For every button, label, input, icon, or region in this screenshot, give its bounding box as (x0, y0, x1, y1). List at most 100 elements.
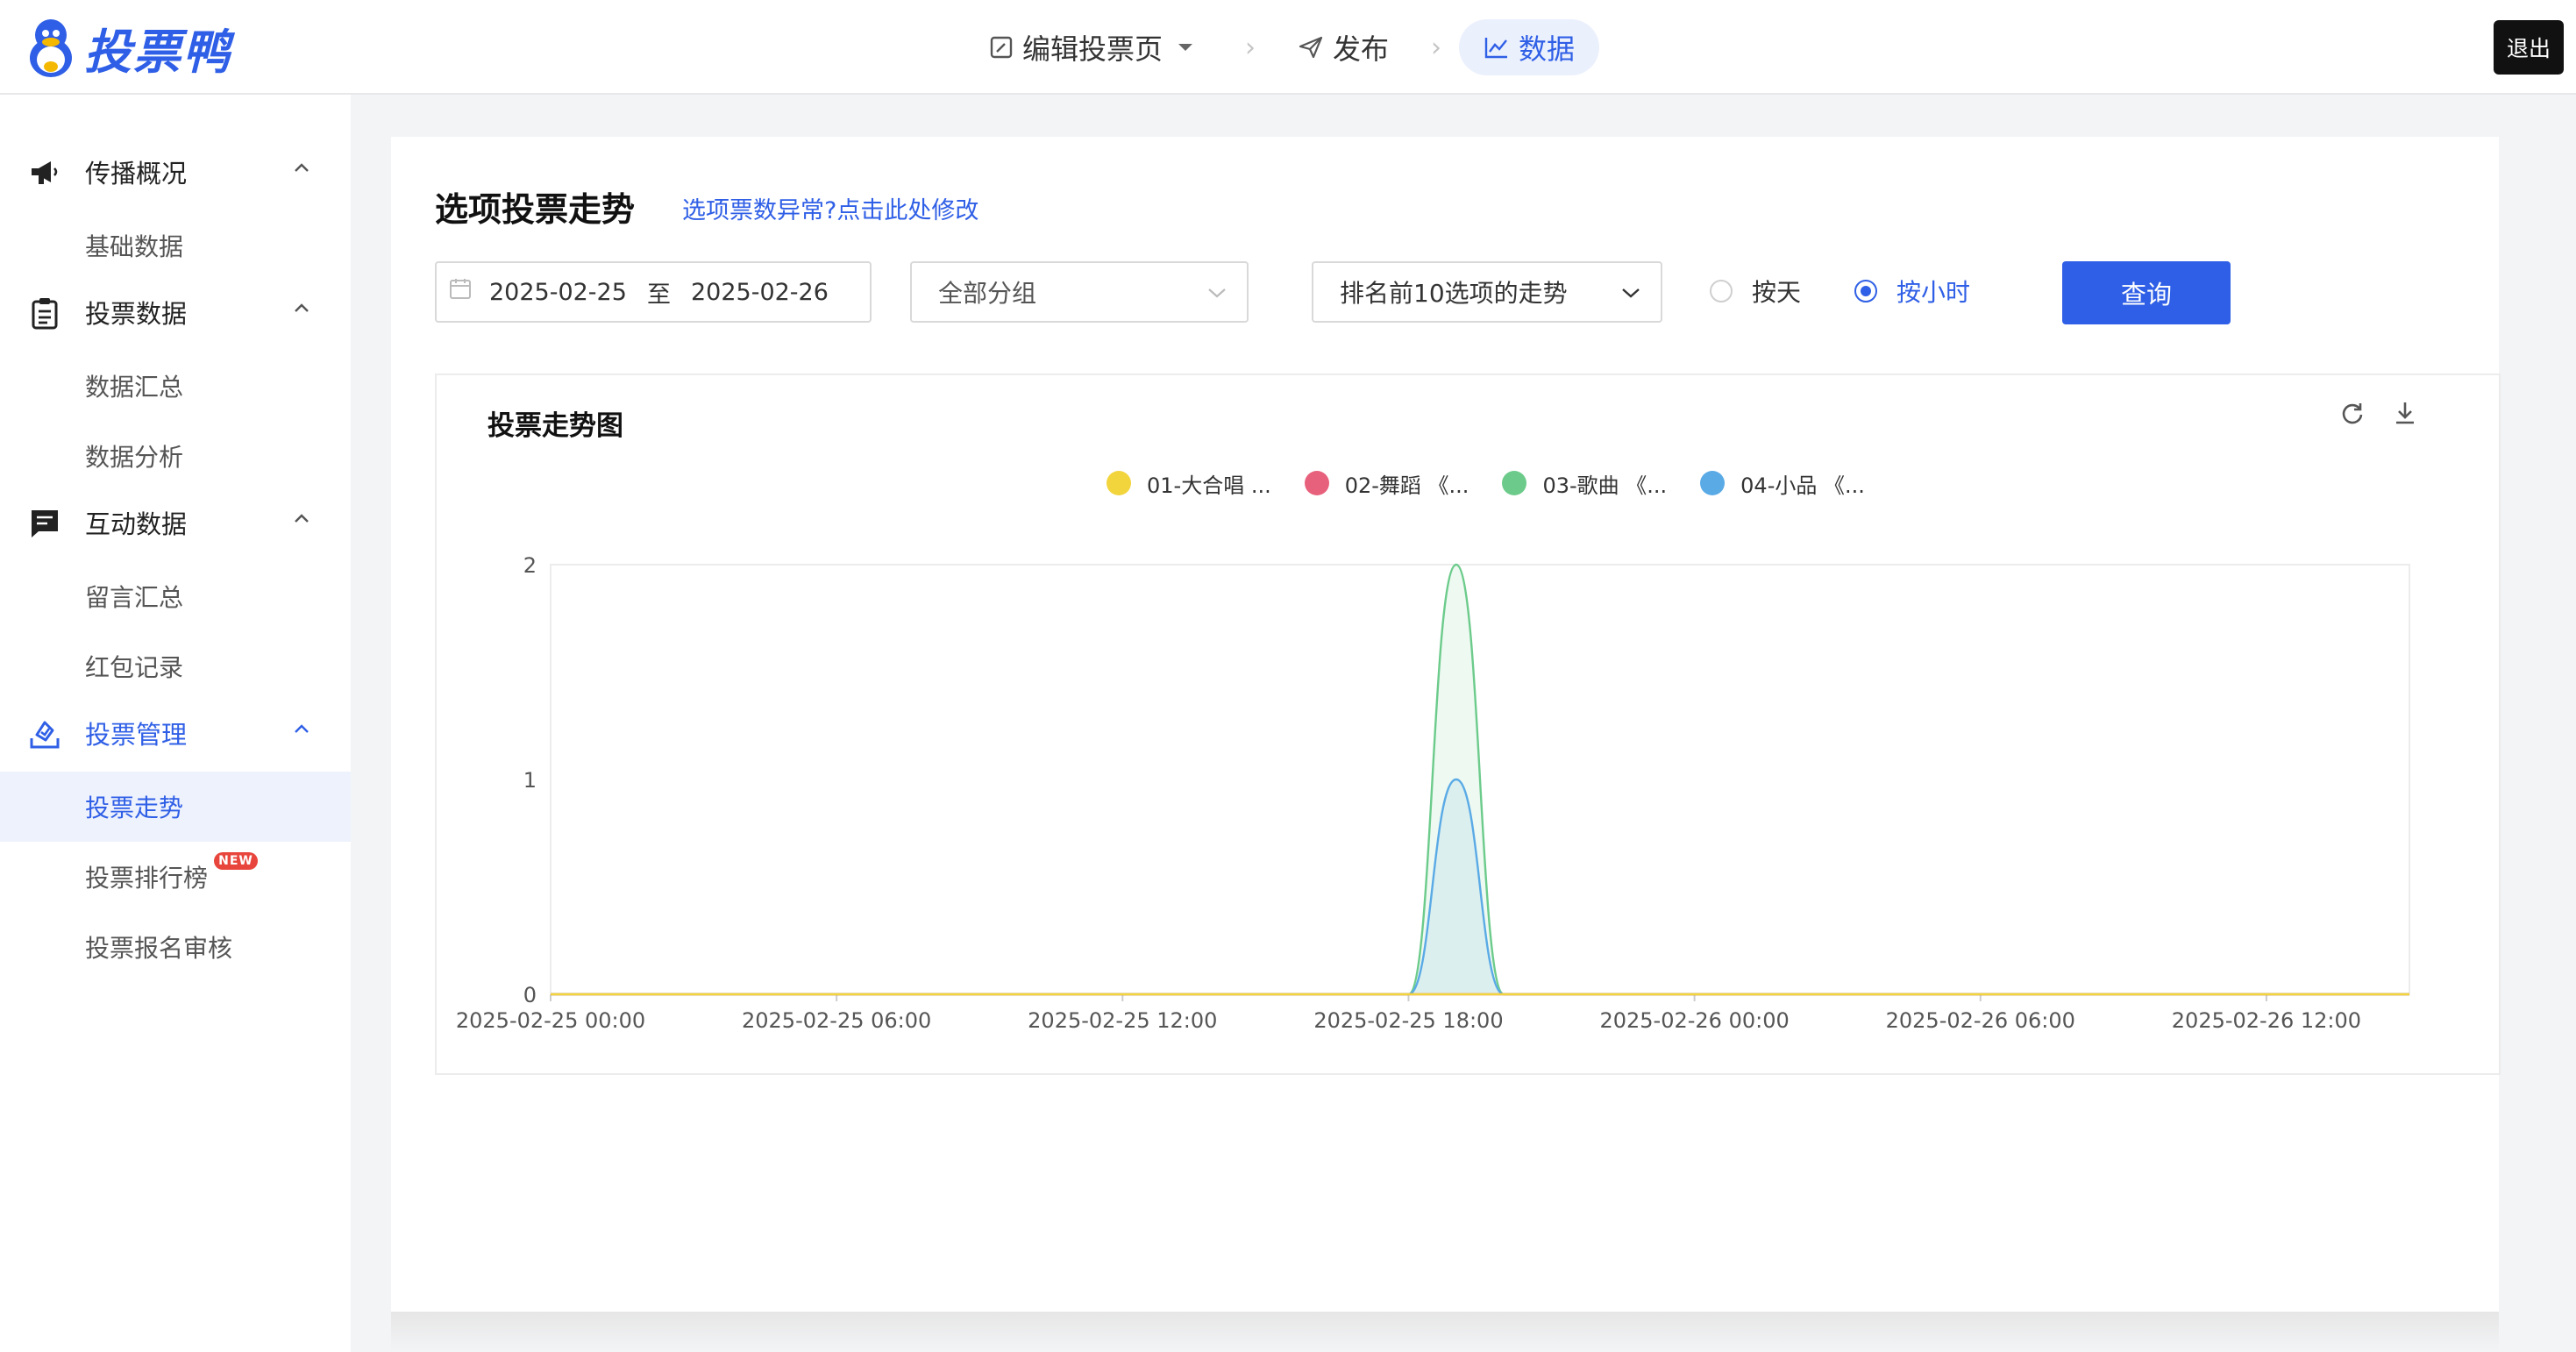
x-tick-label: 2025-02-26 12:00 (2172, 1008, 2361, 1033)
radio-by-day[interactable]: 按天 (1710, 275, 1801, 307)
top-header: 投票鸭 编辑投票页 › 发布 › 数据 退出 (0, 0, 2576, 95)
y-tick-label: 1 (523, 768, 537, 793)
legend-label: 01-大合唱 ... (1147, 473, 1271, 498)
chevron-up-icon (295, 514, 309, 523)
x-tick-label: 2025-02-25 06:00 (742, 1008, 931, 1033)
legend-label: 02-舞蹈 《... (1344, 473, 1469, 498)
bottom-shadow (391, 1312, 2499, 1352)
send-icon (1299, 36, 1323, 59)
sidebar: 传播概况 基础数据 投票数据 数据汇总 数据分析 互动数据 留言汇总 红包记录 (0, 95, 351, 1352)
ballot-icon (30, 721, 60, 749)
radio-circle[interactable] (1710, 280, 1733, 302)
sidebar-item-label: 留言汇总 (85, 583, 184, 612)
radio-by-hour[interactable]: 按小时 (1854, 275, 1970, 307)
chart-card: 0 1 2 2025-02-25 00:00 2025-02-25 06:00 2025-… (435, 374, 2501, 1075)
radio-label: 按天 (1752, 278, 1802, 307)
date-range-picker[interactable]: 2025-02-25 至 2025-02-26 (435, 261, 872, 323)
main-panel: 选项投票走势 选项票数异常?点击此处修改 2025-02-25 至 2025-0… (391, 137, 2501, 1312)
legend-label: 04-小品 《... (1740, 473, 1865, 498)
nav-publish-label: 发布 (1333, 32, 1390, 66)
calendar-icon (450, 279, 471, 299)
sidebar-group-label: 传播概况 (85, 159, 188, 189)
x-tick-label: 2025-02-25 00:00 (456, 1008, 645, 1033)
clipboard-icon (32, 298, 58, 330)
date-end-input[interactable]: 2025-02-26 (691, 279, 829, 306)
y-tick-label: 0 (523, 983, 537, 1007)
sidebar-group-label: 投票管理 (85, 720, 188, 750)
legend-item[interactable]: 04-小品 《... (1700, 468, 1865, 499)
sidebar-group-label: 互动数据 (85, 509, 188, 539)
legend-item[interactable]: 01-大合唱 ... (1107, 468, 1271, 499)
legend-item[interactable]: 02-舞蹈 《... (1304, 468, 1469, 499)
sidebar-item-comment-summary[interactable]: 留言汇总 (0, 561, 351, 631)
nav-publish[interactable]: 发布 (1273, 19, 1413, 75)
legend-dot (1107, 471, 1131, 495)
nav-edit-label: 编辑投票页 (1022, 32, 1163, 66)
sidebar-group-interaction[interactable]: 互动数据 (0, 491, 351, 554)
app-logo[interactable]: 投票鸭 (26, 12, 231, 82)
edit-icon (990, 36, 1013, 59)
chevron-up-icon (295, 163, 309, 172)
query-button[interactable]: 查询 (2062, 261, 2231, 324)
chevron-down-icon (1622, 288, 1640, 298)
logout-button[interactable]: 退出 (2494, 20, 2564, 75)
x-tick-label: 2025-02-26 06:00 (1886, 1008, 2075, 1033)
x-tick-label: 2025-02-26 00:00 (1599, 1008, 1789, 1033)
megaphone-icon (32, 161, 58, 184)
sidebar-item-label: 投票报名审核 (85, 934, 233, 963)
download-icon[interactable] (2392, 400, 2418, 426)
legend-item[interactable]: 03-歌曲 《... (1502, 468, 1667, 499)
sidebar-item-data-analysis[interactable]: 数据分析 (0, 421, 351, 491)
x-tick-label: 2025-02-25 12:00 (1028, 1008, 1217, 1033)
rank-select[interactable]: 排名前10选项的走势 (1312, 261, 1662, 323)
legend-label: 03-歌曲 《... (1542, 473, 1668, 498)
nav-separator-chevron-icon: › (1245, 32, 1256, 63)
sidebar-item-signup-review[interactable]: 投票报名审核 (0, 912, 351, 982)
chevron-down-icon (1208, 288, 1226, 298)
chevron-up-icon (295, 724, 309, 733)
x-tick-label: 2025-02-25 18:00 (1313, 1008, 1503, 1033)
sidebar-item-label: 投票排行榜 (85, 864, 209, 893)
legend-dot (1304, 471, 1329, 495)
date-start-input[interactable]: 2025-02-25 (489, 279, 627, 306)
y-tick-label: 2 (523, 553, 537, 578)
radio-circle[interactable] (1854, 280, 1877, 302)
group-select[interactable]: 全部分组 (910, 261, 1249, 323)
logo-text: 投票鸭 (84, 24, 231, 80)
nav-data-label: 数据 (1519, 32, 1576, 66)
rank-select-value: 排名前10选项的走势 (1340, 279, 1568, 308)
fix-votes-link[interactable]: 选项票数异常?点击此处修改 (682, 191, 978, 225)
sidebar-item-vote-ranking[interactable]: 投票排行榜 NEW (0, 842, 351, 912)
chevron-up-icon (295, 303, 309, 312)
sidebar-group-vote-manage[interactable]: 投票管理 (0, 701, 351, 765)
legend-dot (1700, 471, 1726, 495)
sidebar-group-spread[interactable]: 传播概况 (0, 140, 351, 203)
group-select-value: 全部分组 (938, 279, 1037, 308)
sidebar-item-label: 基础数据 (85, 232, 184, 261)
radio-label: 按小时 (1896, 278, 1971, 307)
legend-dot (1502, 471, 1527, 495)
sidebar-item-label: 数据汇总 (85, 373, 184, 402)
sidebar-item-red-packet[interactable]: 红包记录 (0, 631, 351, 701)
sidebar-item-basic-data[interactable]: 基础数据 (0, 210, 351, 281)
sidebar-item-data-summary[interactable]: 数据汇总 (0, 351, 351, 421)
sidebar-item-label: 红包记录 (85, 653, 184, 682)
sidebar-item-vote-trend[interactable]: 投票走势 (0, 772, 351, 842)
sidebar-item-label: 数据分析 (85, 443, 184, 472)
new-badge: NEW (214, 852, 258, 870)
sidebar-group-vote-data[interactable]: 投票数据 (0, 281, 351, 344)
nav-separator-chevron-icon: › (1431, 32, 1442, 63)
duck-logo-icon (30, 19, 72, 77)
sidebar-group-label: 投票数据 (85, 299, 188, 329)
refresh-icon[interactable] (2339, 400, 2366, 426)
nav-data[interactable]: 数据 (1459, 19, 1600, 75)
chart-title: 投票走势图 (487, 410, 623, 442)
top-nav: 编辑投票页 › 发布 › 数据 (964, 19, 1600, 75)
sidebar-item-label: 投票走势 (85, 793, 184, 822)
chart-legend: 01-大合唱 ... 02-舞蹈 《... 03-歌曲 《... 04-小品 《… (1107, 468, 1898, 498)
caret-down-icon[interactable] (1177, 42, 1194, 53)
nav-edit-page[interactable]: 编辑投票页 (964, 19, 1228, 75)
line-chart-icon (1484, 38, 1508, 59)
date-separator: 至 (647, 281, 671, 309)
chat-icon (32, 510, 58, 537)
